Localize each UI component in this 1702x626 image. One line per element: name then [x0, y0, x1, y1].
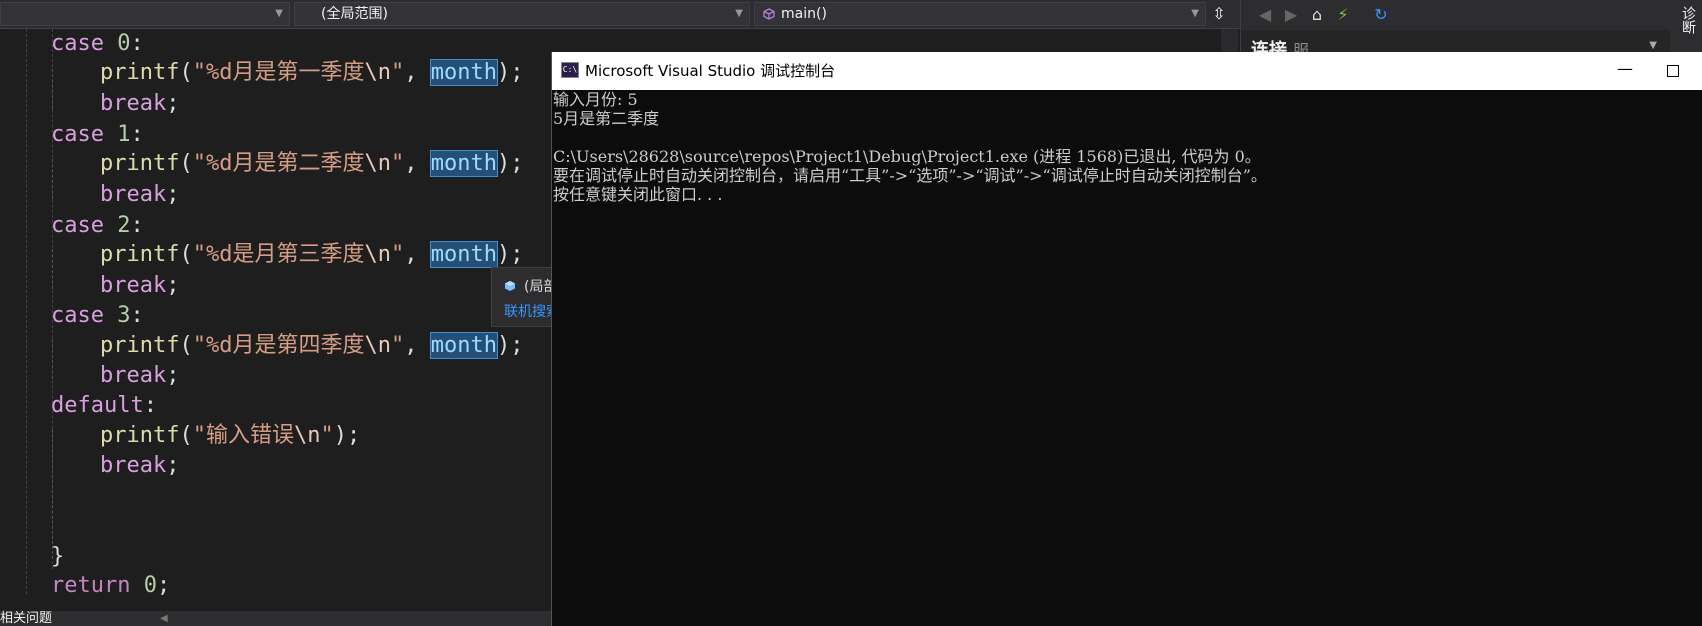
plug-icon[interactable]: ⚡ — [1333, 5, 1353, 25]
minimize-button[interactable]: — — [1602, 52, 1648, 90]
code-line: case 1: — [51, 122, 144, 147]
console-output[interactable]: 输入月份: 5 5月是第二季度 C:\Users\28628\source\re… — [552, 90, 1702, 204]
keyword: case — [51, 213, 104, 238]
number-literal: 3 — [117, 303, 131, 328]
variable-highlight[interactable]: month — [429, 332, 498, 359]
keyword: break — [100, 182, 167, 207]
scope-dropdown[interactable]: (全局范围) ▼ — [294, 2, 750, 26]
chevron-down-icon: ▼ — [1191, 8, 1199, 19]
indent-guide — [52, 249, 53, 289]
keyword: break — [100, 453, 167, 478]
function-dropdown-label: main() — [781, 6, 827, 22]
indent-guide — [52, 159, 53, 199]
console-line: 输入月份: 5 — [553, 90, 638, 109]
console-line: 5月是第二季度 — [553, 109, 660, 128]
chevron-down-icon: ▼ — [735, 8, 743, 19]
maximize-button[interactable] — [1650, 52, 1696, 90]
code-line: break; — [100, 91, 180, 116]
escape-sequence: \n — [293, 423, 321, 448]
function-name: printf — [100, 333, 180, 358]
variable-highlight[interactable]: month — [429, 241, 498, 268]
split-icon: ⇳ — [1212, 4, 1226, 23]
code-line: case 0: — [51, 30, 144, 58]
diagnostics-tab-label: 诊断 — [1680, 6, 1696, 34]
punctuation: : — [130, 31, 144, 56]
code-line: break; — [100, 453, 180, 478]
escape-sequence: \n — [364, 151, 391, 176]
escape-sequence: \n — [364, 242, 391, 267]
code-line: printf("%d月是第一季度\n", month); — [100, 59, 524, 86]
code-line: break; — [100, 273, 180, 298]
forward-icon[interactable]: ▶ — [1281, 5, 1301, 25]
number-literal: 2 — [117, 213, 131, 238]
indent-guide — [26, 29, 27, 594]
function-name: printf — [100, 151, 180, 176]
console-title: Microsoft Visual Studio 调试控制台 — [585, 62, 836, 80]
code-line: printf("输入错误\n"); — [100, 423, 361, 448]
related-issues-label[interactable]: 相关问题 — [0, 611, 52, 626]
number-literal: 1 — [117, 122, 131, 147]
keyword: default — [51, 393, 144, 418]
refresh-icon[interactable]: ↻ — [1371, 5, 1391, 25]
indent-guide — [52, 429, 53, 559]
keyword: break — [100, 363, 167, 388]
navigation-bar: ▼ (全局范围) ▼ main() ▼ ⇳ — [0, 0, 1240, 29]
function-name: printf — [100, 423, 180, 448]
escape-sequence: \n — [364, 333, 391, 358]
string-literal: "%d月是第四季度 — [192, 333, 365, 358]
console-line: 要在调试停止时自动关闭控制台，请启用“工具”->“选项”->“调试”->“调试停… — [553, 166, 1267, 185]
code-line: printf("%d月是第四季度\n", month); — [100, 332, 524, 359]
debug-console-window[interactable]: C:\ Microsoft Visual Studio 调试控制台 — 输入月份… — [551, 52, 1702, 626]
method-cube-icon — [763, 8, 775, 20]
scroll-left-icon[interactable]: ◀ — [160, 611, 168, 626]
function-name: printf — [100, 242, 180, 267]
panel-toolbar: ◀ ▶ ⌂ ⚡ ↻ — [1241, 0, 1671, 30]
home-icon[interactable]: ⌂ — [1307, 5, 1327, 25]
number-literal: 0 — [143, 573, 157, 598]
scope-dropdown-label: (全局范围) — [321, 6, 388, 22]
chevron-down-icon[interactable]: ▼ — [1649, 40, 1657, 51]
number-literal: 0 — [117, 31, 131, 56]
closing-brace: } — [51, 544, 65, 569]
code-line: printf("%d是月第三季度\n", month); — [100, 241, 524, 268]
variable-highlight[interactable]: month — [429, 150, 498, 177]
local-variable-icon — [505, 281, 515, 291]
keyword: break — [100, 91, 167, 116]
keyword: break — [100, 273, 167, 298]
code-line: } — [51, 543, 64, 571]
code-line: return 0; — [51, 573, 171, 598]
maximize-icon — [1667, 65, 1679, 77]
function-name: printf — [100, 60, 180, 85]
code-line: case 2: — [51, 213, 144, 238]
code-line: default: — [51, 393, 157, 418]
variable-highlight[interactable]: month — [429, 59, 498, 86]
string-literal: "%d月是第一季度 — [192, 60, 365, 85]
keyword: case — [51, 31, 104, 56]
console-line: 按任意键关闭此窗口. . . — [553, 185, 723, 204]
code-line: break; — [100, 363, 180, 388]
function-dropdown[interactable]: main() ▼ — [754, 2, 1206, 26]
string-literal: "%d月是第二季度 — [192, 151, 365, 176]
code-line: case 3: — [51, 303, 144, 328]
escape-sequence: \n — [364, 60, 391, 85]
back-icon[interactable]: ◀ — [1255, 5, 1275, 25]
code-line: break; — [100, 182, 180, 207]
project-dropdown[interactable]: ▼ — [0, 2, 290, 26]
status-strip: 相关问题 ◀ — [0, 611, 555, 626]
keyword: case — [51, 303, 104, 328]
chevron-down-icon: ▼ — [275, 8, 283, 19]
split-editor-button[interactable]: ⇳ — [1208, 4, 1230, 24]
indent-guide — [52, 339, 53, 379]
console-titlebar[interactable]: C:\ Microsoft Visual Studio 调试控制台 — — [552, 52, 1702, 90]
string-literal: "%d是月第三季度 — [192, 242, 365, 267]
string-literal: "输入错误 — [192, 423, 294, 448]
keyword: case — [51, 122, 104, 147]
console-app-icon: C:\ — [561, 62, 579, 78]
indent-guide — [52, 69, 53, 109]
console-line: C:\Users\28628\source\repos\Project1\Deb… — [553, 147, 1261, 166]
keyword: return — [51, 573, 131, 598]
code-line: printf("%d月是第二季度\n", month); — [100, 150, 524, 177]
